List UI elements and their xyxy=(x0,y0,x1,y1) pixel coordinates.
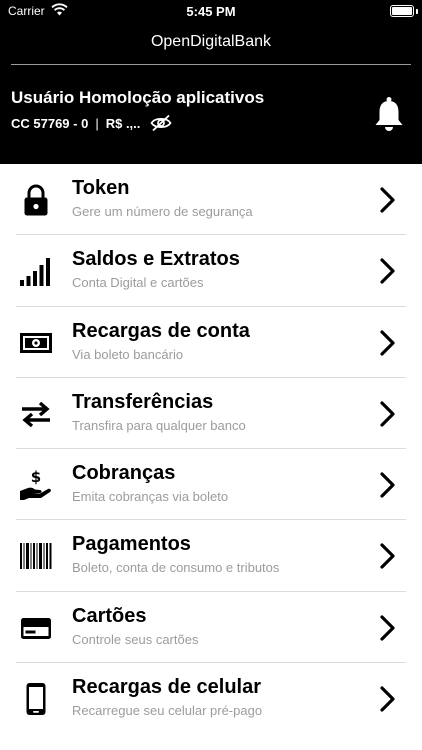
menu-item-subtitle: Recarregue seu celular pré-pago xyxy=(72,703,263,719)
chevron-right-icon xyxy=(380,258,395,284)
status-time: 5:45 PM xyxy=(186,4,236,19)
menu-item-recargas-celular[interactable]: Recargas de celular Recarregue seu celul… xyxy=(0,663,422,734)
menu-item-cobrancas[interactable]: $ Cobranças Emita cobranças via boleto xyxy=(0,449,422,521)
app-title: OpenDigitalBank xyxy=(150,33,272,50)
hand-money-icon: $ xyxy=(20,468,51,501)
barcode-icon xyxy=(20,543,52,570)
banknote-icon xyxy=(20,332,52,353)
menu-item-title: Cartões xyxy=(72,604,147,627)
credit-card-icon xyxy=(21,617,51,639)
menu-item-saldos-extratos[interactable]: Saldos e Extratos Conta Digital e cartõe… xyxy=(0,235,422,307)
battery-icon xyxy=(390,5,414,17)
chevron-right-icon xyxy=(380,615,395,641)
chevron-right-icon xyxy=(380,329,395,356)
svg-text:$: $ xyxy=(31,468,41,486)
menu-item-token[interactable]: Token Gere um número de segurança xyxy=(0,164,422,236)
account-header: Carrier 5:45 PM OpenDigitalBank Usuário … xyxy=(0,0,422,164)
chevron-right-icon xyxy=(380,472,395,498)
user-name: Usuário Homoloção aplicativos xyxy=(11,88,265,107)
menu-item-subtitle: Emita cobranças via boleto xyxy=(72,489,229,505)
header-divider xyxy=(11,64,411,65)
menu-item-subtitle: Via boleto bancário xyxy=(72,346,184,362)
signal-bars-icon xyxy=(20,258,50,287)
chevron-right-icon xyxy=(380,401,395,427)
menu-item-cartoes[interactable]: Cartões Controle seus cartões xyxy=(0,592,422,664)
account-row: CC 57769 - 0 | R$ .,.. xyxy=(11,114,172,132)
transfer-arrows-icon xyxy=(22,401,50,428)
menu-item-title: Pagamentos xyxy=(72,533,191,556)
menu-item-subtitle: Gere um número de segurança xyxy=(72,204,253,219)
menu-item-title: Token xyxy=(72,177,130,199)
menu-item-recargas-conta[interactable]: Recargas de conta Via boleto bancário xyxy=(0,307,422,378)
account-balance: R$ .,.. xyxy=(105,115,141,131)
menu-item-subtitle: Controle seus cartões xyxy=(72,631,199,647)
menu-item-subtitle: Boleto, conta de consumo e tributos xyxy=(72,560,280,576)
menu-item-pagamentos[interactable]: Pagamentos Boleto, conta de consumo e tr… xyxy=(0,520,422,592)
status-bar: Carrier 5:45 PM xyxy=(0,0,422,24)
eye-slash-icon[interactable] xyxy=(150,114,172,132)
chevron-right-icon xyxy=(380,187,395,213)
menu-item-title: Recargas de conta xyxy=(72,319,250,342)
account-separator: | xyxy=(95,115,99,131)
menu-item-subtitle: Transfira para qualquer banco xyxy=(72,417,246,433)
menu-item-transferencias[interactable]: Transferências Transfira para qualquer b… xyxy=(0,378,422,450)
menu-item-title: Cobranças xyxy=(72,462,176,485)
battery-tip xyxy=(416,9,418,14)
menu-item-subtitle: Conta Digital e cartões xyxy=(72,275,204,291)
chevron-right-icon xyxy=(380,686,395,712)
chevron-right-icon xyxy=(380,543,395,570)
bell-icon[interactable] xyxy=(373,96,405,132)
smartphone-icon xyxy=(26,683,46,716)
lock-icon xyxy=(24,184,48,216)
main-menu: Token Gere um número de segurança Saldos… xyxy=(0,164,422,734)
menu-item-title: Recargas de celular xyxy=(72,676,261,699)
account-number: CC 57769 - 0 xyxy=(11,115,89,131)
menu-item-title: Saldos e Extratos xyxy=(72,248,240,271)
menu-item-title: Transferências xyxy=(72,390,214,413)
